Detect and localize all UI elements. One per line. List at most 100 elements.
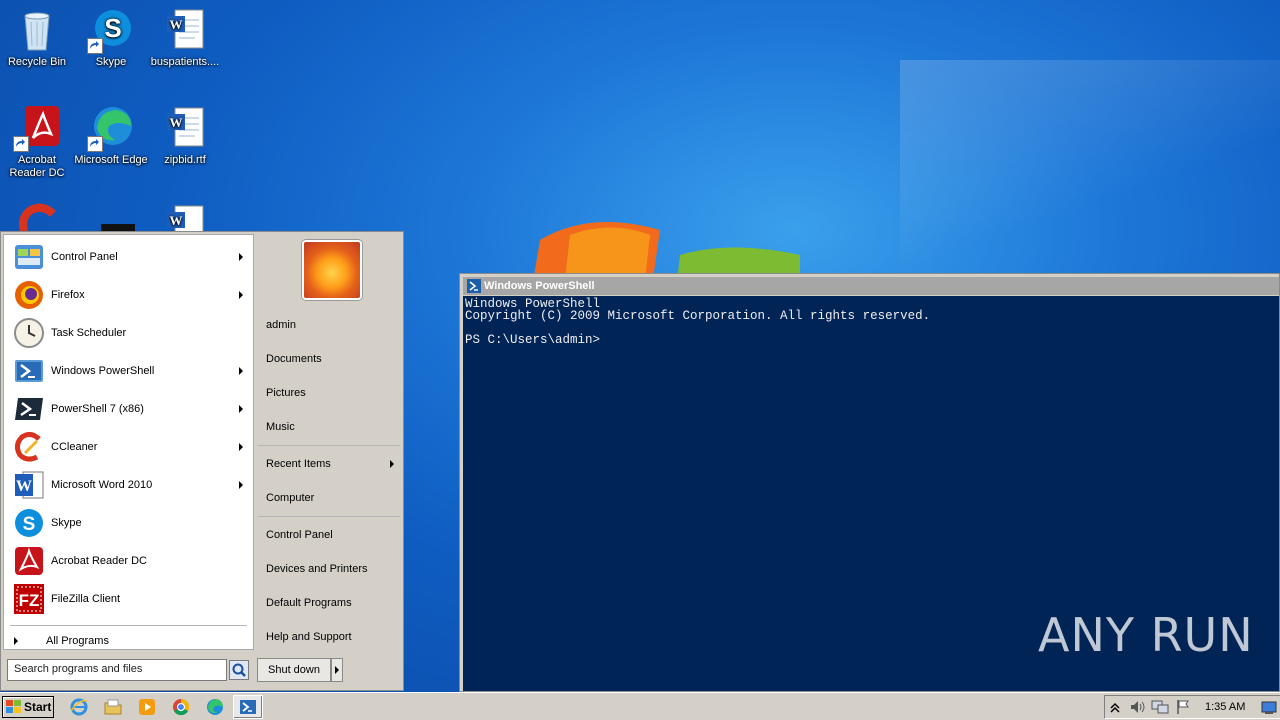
right-item-admin[interactable]: admin xyxy=(266,319,296,331)
shortcut-arrow-icon xyxy=(13,136,29,152)
console-prompt: PS C:\Users\admin> xyxy=(465,333,601,347)
start-menu: Control Panel Firefox Task Scheduler Win… xyxy=(0,231,404,691)
desktop-icon-edge[interactable]: Microsoft Edge xyxy=(74,104,148,167)
desktop-icon-ccleaner-partial[interactable] xyxy=(0,202,74,231)
filezilla-icon: FZ xyxy=(14,584,44,614)
acrobat-icon xyxy=(15,547,43,575)
start-menu-programs-pane: Control Panel Firefox Task Scheduler Win… xyxy=(3,234,254,650)
submenu-arrow-icon xyxy=(239,405,243,413)
clock[interactable]: 1:35 AM xyxy=(1205,701,1245,713)
desktop-icon-label: Acrobat Reader DC xyxy=(9,154,65,179)
start-label: Start xyxy=(24,700,52,714)
right-item-pictures[interactable]: Pictures xyxy=(266,387,306,399)
program-firefox[interactable]: Firefox xyxy=(4,276,253,314)
edge-icon xyxy=(87,104,135,152)
submenu-arrow-icon xyxy=(239,253,243,261)
powershell-title: Windows PowerShell xyxy=(484,280,595,292)
edge-icon[interactable] xyxy=(205,697,225,717)
start-search-input[interactable]: Search programs and files xyxy=(7,659,227,681)
shutdown-options-button[interactable] xyxy=(331,658,343,682)
svg-text:W: W xyxy=(16,478,32,495)
clock-icon xyxy=(14,318,44,348)
program-label: Control Panel xyxy=(51,251,118,263)
program-label: Firefox xyxy=(51,289,85,301)
desktop-icon-recycle-bin[interactable]: Recycle Bin xyxy=(0,6,74,69)
desktop-icon-console-partial[interactable] xyxy=(74,202,148,231)
right-item-computer[interactable]: Computer xyxy=(266,492,314,504)
show-hidden-icons-icon[interactable] xyxy=(1109,700,1121,714)
right-divider xyxy=(258,445,400,446)
svg-text:FZ: FZ xyxy=(19,591,40,610)
search-button[interactable] xyxy=(229,660,249,680)
show-desktop-icon[interactable] xyxy=(1261,701,1277,715)
firefox-icon xyxy=(15,281,43,309)
shutdown-button[interactable]: Shut down xyxy=(257,658,331,682)
svg-text:S: S xyxy=(104,13,121,43)
chrome-icon[interactable] xyxy=(171,697,191,717)
file-explorer-icon[interactable] xyxy=(103,697,123,717)
word-icon: W xyxy=(15,471,44,499)
program-windows-powershell[interactable]: Windows PowerShell xyxy=(4,352,253,390)
search-icon xyxy=(232,663,246,677)
submenu-arrow-icon xyxy=(239,367,243,375)
media-player-icon[interactable] xyxy=(137,697,157,717)
search-placeholder: Search programs and files xyxy=(14,663,143,675)
right-item-music[interactable]: Music xyxy=(266,421,295,433)
arrow-right-icon xyxy=(335,666,339,674)
program-task-scheduler[interactable]: Task Scheduler xyxy=(4,314,253,352)
start-button[interactable]: Start xyxy=(2,696,54,718)
desktop-icon-zipbid[interactable]: W zipbid.rtf xyxy=(148,104,222,167)
program-ccleaner[interactable]: CCleaner xyxy=(4,428,253,466)
program-label: Windows PowerShell xyxy=(51,365,155,377)
recycle-bin-icon xyxy=(13,6,61,54)
right-item-control-panel[interactable]: Control Panel xyxy=(266,529,333,541)
volume-icon[interactable] xyxy=(1129,699,1147,715)
powershell-icon xyxy=(15,360,43,382)
wallpaper-light-streak xyxy=(900,60,1280,280)
program-control-panel[interactable]: Control Panel xyxy=(4,238,253,276)
desktop-icon-acrobat[interactable]: Acrobat Reader DC xyxy=(0,104,74,180)
desktop-icon-label: Recycle Bin xyxy=(7,56,67,68)
internet-explorer-icon[interactable] xyxy=(69,697,89,717)
desktop-icon-word-partial[interactable]: W xyxy=(148,202,222,231)
powershell-icon xyxy=(240,700,256,714)
program-word-2010[interactable]: W Microsoft Word 2010 xyxy=(4,466,253,504)
shortcut-arrow-icon xyxy=(87,38,103,54)
program-powershell-7[interactable]: PowerShell 7 (x86) xyxy=(4,390,253,428)
svg-text:S: S xyxy=(23,514,36,535)
windows-logo-icon xyxy=(6,700,21,713)
svg-text:W: W xyxy=(170,213,183,228)
right-item-devices-printers[interactable]: Devices and Printers xyxy=(266,563,368,575)
ccleaner-icon xyxy=(13,202,61,231)
action-center-flag-icon[interactable] xyxy=(1175,699,1191,715)
svg-text:W: W xyxy=(170,17,183,32)
watermark-text: ANY RUN xyxy=(1038,608,1254,662)
user-avatar[interactable] xyxy=(302,240,362,300)
desktop-icon-buspatients[interactable]: W buspatients.... xyxy=(148,6,222,69)
desktop-icon-label: Microsoft Edge xyxy=(74,154,148,166)
console-icon xyxy=(87,202,135,231)
program-skype[interactable]: S Skype xyxy=(4,504,253,542)
network-icon[interactable] xyxy=(1151,699,1169,715)
program-label: Skype xyxy=(51,517,82,529)
program-acrobat[interactable]: Acrobat Reader DC xyxy=(4,542,253,580)
program-filezilla[interactable]: FZ FileZilla Client xyxy=(4,580,253,618)
right-item-recent-items[interactable]: Recent Items xyxy=(266,458,331,470)
desktop-icon-skype[interactable]: S Skype xyxy=(74,6,148,69)
taskbar-powershell-button[interactable] xyxy=(233,695,263,719)
right-item-documents[interactable]: Documents xyxy=(266,353,322,365)
programs-divider xyxy=(10,625,247,626)
desktop-icon-label: zipbid.rtf xyxy=(164,154,206,166)
all-programs-button[interactable]: All Programs xyxy=(14,635,109,647)
program-label: Task Scheduler xyxy=(51,327,127,339)
program-label: PowerShell 7 (x86) xyxy=(51,403,144,415)
all-programs-arrow-icon xyxy=(14,637,18,645)
right-item-default-programs[interactable]: Default Programs xyxy=(266,597,352,609)
word-document-icon: W xyxy=(161,202,209,231)
submenu-arrow-icon xyxy=(239,443,243,451)
right-item-help-support[interactable]: Help and Support xyxy=(266,631,352,643)
powershell-titlebar[interactable]: Windows PowerShell xyxy=(463,277,1279,295)
right-divider xyxy=(258,516,400,517)
word-document-icon: W xyxy=(161,6,209,54)
console-line: Copyright (C) 2009 Microsoft Corporation… xyxy=(465,309,931,323)
